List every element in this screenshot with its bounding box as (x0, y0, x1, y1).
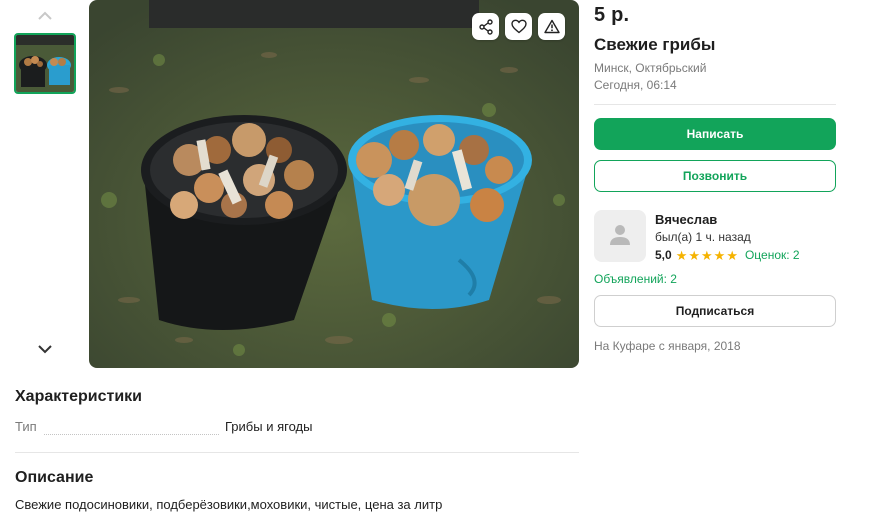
rating-stars: ★ ★ ★ ★ ★ (676, 249, 738, 262)
description-text: Свежие подосиновики, подберёзовики,мохов… (15, 497, 443, 512)
heart-icon (510, 19, 527, 34)
share-icon (478, 18, 494, 35)
property-key: Тип (15, 419, 37, 434)
property-value: Грибы и ягоды (225, 419, 313, 434)
price: 5 р. (594, 4, 630, 26)
report-button[interactable] (538, 13, 565, 40)
star-icon: ★ (713, 247, 726, 263)
description-heading: Описание (15, 469, 94, 486)
star-icon: ★ (688, 247, 700, 263)
divider (15, 452, 579, 453)
reviews-link[interactable]: Оценок: 2 (745, 248, 800, 262)
listing-title: Свежие грибы (594, 35, 716, 54)
property-dots (44, 434, 219, 435)
seller-last-seen: был(а) 1 ч. назад (655, 230, 751, 244)
thumbnail-strip (0, 0, 89, 370)
favorite-button[interactable] (505, 13, 532, 40)
seller-name[interactable]: Вячеслав (655, 212, 717, 227)
star-icon: ★ (675, 247, 688, 263)
write-button[interactable]: Написать (594, 118, 836, 150)
subscribe-button[interactable]: Подписаться (594, 295, 836, 327)
user-icon (608, 222, 632, 251)
member-since: На Куфаре с января, 2018 (594, 339, 741, 353)
share-button[interactable] (472, 13, 499, 40)
mushroom-buckets-photo (89, 0, 579, 368)
characteristics-heading: Характеристики (15, 388, 143, 405)
star-icon: ★ (701, 247, 713, 263)
main-photo[interactable] (89, 0, 579, 368)
divider (594, 104, 836, 105)
avatar[interactable] (594, 210, 646, 262)
chevron-down-icon (38, 341, 52, 359)
location: Минск, Октябрьский (594, 61, 707, 75)
warning-icon (543, 19, 560, 34)
gallery-next-button[interactable] (32, 340, 58, 360)
posted-date: Сегодня, 06:14 (594, 78, 677, 92)
chevron-up-icon (38, 7, 52, 25)
seller-rating: 5,0 ★ ★ ★ ★ ★ Оценок: 2 (655, 248, 800, 262)
thumbnail-1[interactable] (14, 33, 76, 94)
call-button[interactable]: Позвонить (594, 160, 836, 192)
star-icon: ★ (726, 247, 738, 263)
photo-actions (472, 13, 565, 40)
rating-value: 5,0 (655, 248, 672, 262)
gallery-prev-button[interactable] (32, 6, 58, 26)
seller-ads-link[interactable]: Объявлений: 2 (594, 272, 677, 286)
